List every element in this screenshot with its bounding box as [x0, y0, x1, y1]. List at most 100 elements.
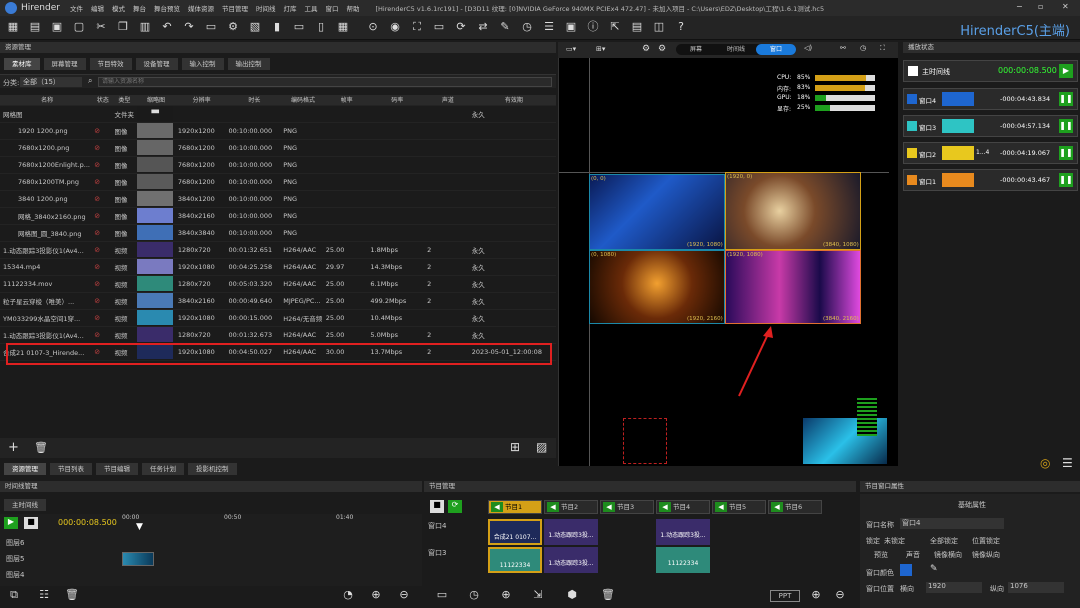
menu-item-1[interactable]: 编辑 — [91, 5, 104, 13]
zoom-in-icon[interactable]: ⊕ — [368, 588, 384, 604]
view-mode-1[interactable]: 时间线 — [716, 44, 756, 55]
tasks-icon[interactable]: ☰ — [542, 20, 556, 34]
mirror-h-check[interactable]: 镜像横向 — [934, 550, 962, 560]
pen-icon[interactable]: ✎ — [498, 20, 512, 34]
export-icon[interactable]: ⇱ — [608, 20, 622, 34]
window-icon[interactable]: ▭ — [434, 588, 450, 604]
restore-icon[interactable]: ▫ — [1038, 2, 1043, 11]
column-header[interactable]: 状态 — [91, 95, 112, 106]
table-row[interactable]: 3840 1200.png ⊘ 图像 3840x1200 00:10:00.000 PNG — [0, 190, 556, 208]
info-icon[interactable]: ⓘ — [586, 20, 600, 34]
window-name-input[interactable]: 窗口4 — [900, 518, 1004, 529]
resource-tab-3[interactable]: 设备管理 — [135, 58, 178, 70]
menu-item-3[interactable]: 舞台 — [133, 5, 146, 13]
speed-icon[interactable]: ◔ — [340, 588, 356, 604]
lock-icon[interactable]: ▮ — [270, 20, 284, 34]
pin-icon[interactable]: ⊙ — [366, 20, 380, 34]
table-row[interactable]: 网格图_圆_3840.png ⊘ 图像 3840x3840 00:10:00.000 PN… — [0, 224, 556, 242]
playstate-row[interactable]: 窗口2 1...4 -000:04:19.067 ❚❚ — [903, 142, 1078, 164]
column-header[interactable]: 声道 — [424, 95, 469, 106]
column-header[interactable]: 缩略图 — [134, 95, 175, 106]
clock2-icon[interactable]: ◷ — [466, 588, 482, 604]
window-3-preview[interactable] — [589, 250, 725, 324]
menu-item-10[interactable]: 窗口 — [325, 5, 338, 13]
folder-row[interactable]: 网格图 文件夹 ▬ 永久 — [0, 105, 556, 123]
bottom-tab-0[interactable]: 资源管理 — [4, 463, 46, 475]
window-1-preview[interactable] — [725, 250, 861, 324]
pause-button[interactable]: ❚❚ — [1059, 173, 1073, 187]
pause-button[interactable]: ❚❚ — [1059, 92, 1073, 106]
table-row[interactable]: 粒子星云穿梭（唯美）... ⊘ 视频 3840x2160 00:00:49.640 MJP… — [0, 292, 556, 310]
zoom-out2-icon[interactable]: ⊖ — [832, 588, 848, 604]
view-mode-2[interactable]: 窗口 — [756, 44, 796, 55]
help-icon[interactable]: ? — [674, 20, 688, 34]
screen-icon[interactable]: ▭ — [204, 20, 218, 34]
link-icon[interactable]: ⚯ — [840, 44, 846, 52]
program-channel[interactable]: ◀ 节目3 — [600, 500, 654, 514]
minimize-icon[interactable]: − — [1016, 2, 1023, 11]
program-window-4[interactable]: 窗口4 — [428, 521, 446, 531]
fullscreen-preview-icon[interactable]: ⛶ — [880, 44, 885, 53]
menu-item-4[interactable]: 舞台预览 — [154, 5, 180, 13]
search-input[interactable] — [98, 77, 552, 87]
category-select[interactable]: 全部（15） — [20, 77, 82, 87]
monitor2-icon[interactable]: ▭ — [432, 20, 446, 34]
save-as-icon[interactable]: ▢ — [72, 20, 86, 34]
stop-button[interactable]: ■ — [24, 517, 38, 529]
close-icon[interactable]: ✕ — [1062, 2, 1069, 11]
mirror-v-check[interactable]: 镜像纵向 — [972, 550, 1000, 560]
column-header[interactable]: 码率 — [367, 95, 425, 106]
table-row[interactable]: 7680x1200TM.png ⊘ 图像 7680x1200 00:10:00.000 P… — [0, 173, 556, 191]
program-clip[interactable]: 1.动态跟踪3投... — [656, 519, 710, 545]
layout-select-icon[interactable]: ⊞▾ — [596, 45, 605, 53]
program-channel[interactable]: ◀ 节目2 — [544, 500, 598, 514]
program-channel[interactable]: ◀ 节目1 — [488, 500, 542, 514]
table-row[interactable]: 1.动态跟踪3投影仪1(Av4... ⊘ 视频 1280x720 00:01:32.65… — [0, 241, 556, 259]
program-channel[interactable]: ◀ 节目4 — [656, 500, 710, 514]
column-header[interactable]: 帧率 — [322, 95, 368, 106]
lock-position-radio[interactable]: 位置锁定 — [972, 536, 1000, 546]
program-clip[interactable]: 1.动态跟踪3投... — [544, 519, 598, 545]
light-icon[interactable]: ◉ — [388, 20, 402, 34]
paste-icon[interactable]: ▥ — [138, 20, 152, 34]
playstate-row[interactable]: 窗口1 -000:00:43.467 ❚❚ — [903, 169, 1078, 191]
column-header[interactable]: 类型 — [111, 95, 135, 106]
clock-icon[interactable]: ◷ — [520, 20, 534, 34]
import2-icon[interactable]: ⇲ — [530, 588, 546, 604]
layer-4[interactable]: 图层4 — [6, 570, 24, 580]
refresh-icon[interactable]: ⟳ — [454, 20, 468, 34]
play-button[interactable]: ▶ — [4, 517, 18, 529]
bottom-tab-4[interactable]: 投影机控制 — [188, 463, 237, 475]
zoom-out-icon[interactable]: ⊖ — [396, 588, 412, 604]
table-row[interactable]: 1.动态跟踪3投影仪1(Av4... ⊘ 视频 1280x720 00:01:32.67… — [0, 326, 556, 344]
table-row[interactable]: 15344.mp4 ⊘ 视频 1920x1080 00:04:25.258 H264/AA… — [0, 258, 556, 276]
delete-icon[interactable]: 🗑 — [34, 441, 48, 454]
crosshair-icon[interactable]: ⊕ — [498, 588, 514, 604]
program-loop-button[interactable]: ⟳ — [448, 500, 462, 513]
image-icon[interactable]: ▨ — [536, 440, 547, 454]
main-timeline-tab[interactable]: 主时间线 — [4, 499, 46, 511]
column-header[interactable]: 名称 — [0, 95, 92, 106]
table-row[interactable]: 1920 1200.png ⊘ 图像 1920x1200 00:10:00.000 PNG — [0, 122, 556, 140]
column-header[interactable]: 分辨率 — [174, 95, 226, 106]
monitor-icon[interactable]: ▭ — [292, 20, 306, 34]
timeline-clip[interactable] — [122, 552, 154, 566]
main-checkbox[interactable] — [908, 66, 918, 76]
new-icon[interactable]: ▦ — [6, 20, 20, 34]
menu-item-0[interactable]: 文件 — [70, 5, 83, 13]
column-header[interactable]: 编码格式 — [280, 95, 323, 106]
playstate-row[interactable]: 窗口4 -000:04:43.834 ❚❚ — [903, 88, 1078, 110]
lock-none-radio[interactable]: 未锁定 — [884, 536, 905, 546]
bottom-tab-3[interactable]: 任务计划 — [142, 463, 184, 475]
resource-tab-4[interactable]: 输入控制 — [181, 58, 224, 70]
resource-tab-2[interactable]: 节目特效 — [89, 58, 132, 70]
stage-preview[interactable]: CPU: 85% 内存: 83% GPU: 18% 显存: 25% (0, 0) (1920,… — [558, 58, 898, 466]
menu-item-11[interactable]: 帮助 — [346, 5, 359, 13]
pause-button[interactable]: ❚❚ — [1059, 119, 1073, 133]
status-icon[interactable]: ◎ — [1040, 456, 1050, 470]
menu-item-5[interactable]: 媒体资源 — [188, 5, 214, 13]
import-icon[interactable]: ⊞ — [510, 440, 520, 454]
resource-tab-1[interactable]: 屏幕管理 — [43, 58, 86, 70]
main-timeline-row[interactable]: 主时间线 000:00:08.500 ▶ — [903, 60, 1078, 82]
box-icon[interactable]: ▣ — [564, 20, 578, 34]
